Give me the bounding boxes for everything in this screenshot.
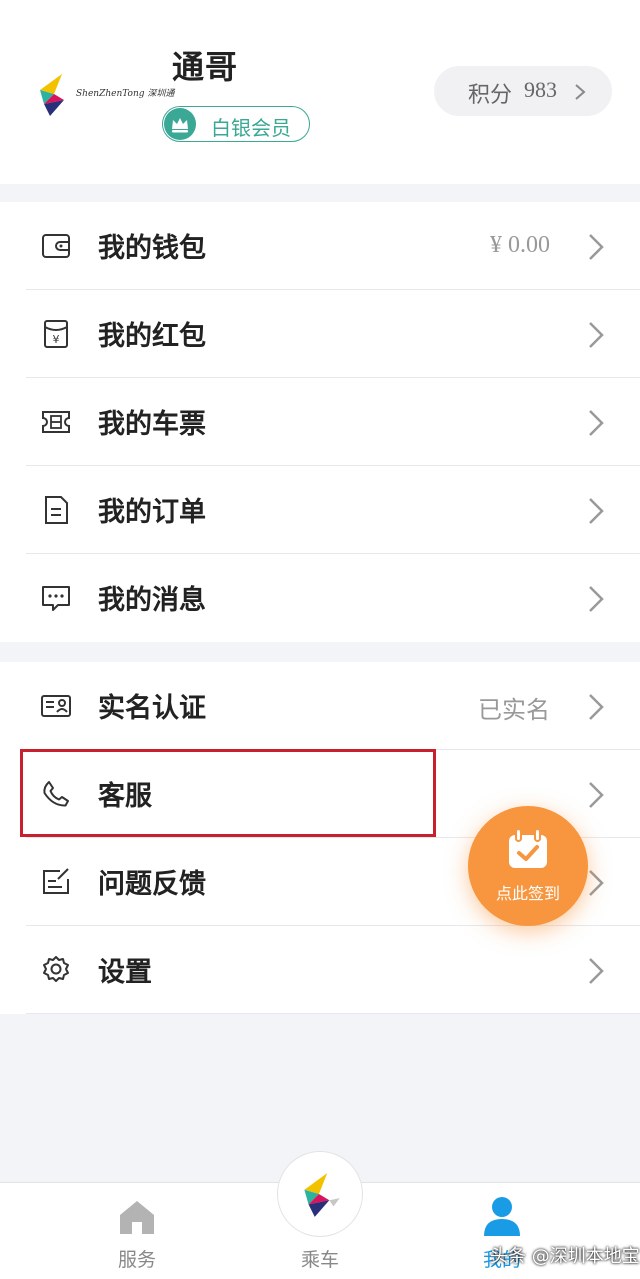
chevron-right-icon: [589, 586, 604, 612]
menu-item-real-name[interactable]: 实名认证 已实名: [0, 662, 640, 750]
chevron-right-icon: [589, 498, 604, 524]
check-in-button[interactable]: 点此签到: [468, 806, 588, 926]
watermark: 头条 @深圳本地宝: [490, 1246, 640, 1267]
crown-icon: [164, 108, 196, 140]
calendar-check-icon: [509, 828, 547, 868]
ticket-icon: [42, 411, 70, 433]
points-value: 983: [524, 77, 557, 102]
menu-item-label: 实名认证: [98, 693, 206, 724]
menu-item-wallet[interactable]: 我的钱包 ¥ 0.00: [0, 202, 640, 290]
points-label: 积分: [468, 83, 513, 108]
menu-item-label: 问题反馈: [98, 869, 206, 900]
member-level-badge[interactable]: 白银会员: [162, 106, 310, 142]
menu-item-label: 我的钱包: [98, 233, 206, 264]
ride-center-button[interactable]: [277, 1151, 363, 1237]
order-icon: [45, 496, 68, 524]
real-name-status: 已实名: [478, 696, 550, 724]
message-icon: [42, 586, 70, 611]
logo-wordmark: ShenZhenTong 深圳通: [76, 89, 175, 99]
tab-service[interactable]: 服务: [67, 1183, 207, 1279]
profile-header: ShenZhenTong 深圳通 通哥 白银会员 积分 983: [0, 0, 640, 184]
divider: [26, 1013, 640, 1014]
gear-icon: [43, 956, 69, 982]
menu-item-label: 我的消息: [98, 585, 206, 616]
home-icon: [120, 1201, 154, 1234]
svg-text:¥: ¥: [53, 333, 60, 346]
wallet-icon: [42, 234, 70, 258]
feedback-icon: [43, 868, 69, 894]
menu-item-label: 我的车票: [98, 409, 206, 440]
tab-label: 服务: [117, 1249, 156, 1271]
chevron-right-icon: [589, 870, 604, 896]
app-logo-icon: [304, 1173, 340, 1217]
member-level-label: 白银会员: [211, 116, 291, 140]
user-icon: [484, 1197, 520, 1236]
menu-item-ticket[interactable]: 我的车票: [0, 378, 640, 466]
menu-item-settings[interactable]: 设置: [0, 926, 640, 1014]
check-in-label: 点此签到: [495, 884, 560, 903]
chevron-right-icon: [589, 782, 604, 808]
chevron-right-icon: [575, 84, 586, 100]
red-envelope-icon: ¥: [44, 320, 68, 348]
chevron-right-icon: [589, 410, 604, 436]
menu-group-account: 我的钱包 ¥ 0.00 ¥ 我的红包 我的车票 我的订单 我的消息: [0, 202, 640, 642]
id-card-icon: [41, 695, 71, 717]
menu-item-order[interactable]: 我的订单: [0, 466, 640, 554]
chevron-right-icon: [589, 234, 604, 260]
menu-item-message[interactable]: 我的消息: [0, 554, 640, 642]
tab-label: 乘车: [300, 1249, 339, 1271]
wallet-balance: ¥ 0.00: [490, 232, 550, 258]
chevron-right-icon: [589, 958, 604, 984]
chevron-right-icon: [589, 694, 604, 720]
menu-item-label: 我的订单: [98, 497, 206, 528]
menu-item-label: 我的红包: [98, 321, 206, 352]
chevron-right-icon: [589, 322, 604, 348]
menu-item-red-envelope[interactable]: ¥ 我的红包: [0, 290, 640, 378]
points-button[interactable]: 积分 983: [434, 66, 612, 116]
username: 通哥: [172, 48, 239, 86]
menu-item-label: 设置: [98, 957, 152, 988]
highlight-annotation-box: [20, 749, 436, 837]
